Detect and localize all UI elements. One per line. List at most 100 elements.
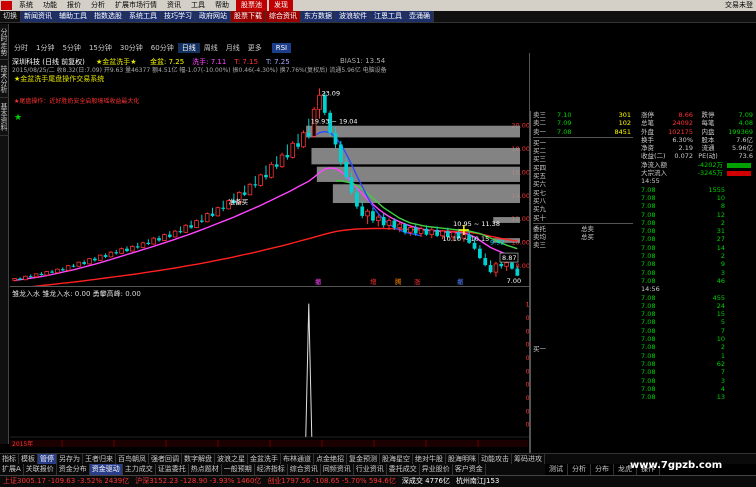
stat-value: 5.96亿 — [732, 144, 753, 153]
stat-label: 换手 — [641, 135, 654, 144]
period-item[interactable]: 5分钟 — [58, 43, 84, 53]
sub-indicator-chart[interactable]: 1.000.900.800.700.600.500.400.300.200.10… — [10, 287, 530, 453]
candle — [108, 251, 114, 258]
period-item[interactable]: 更多 — [244, 43, 266, 53]
menu-item[interactable]: 功能 — [38, 0, 62, 11]
function-tab[interactable]: 经济指标 — [255, 464, 288, 475]
menu-item[interactable]: 系统 — [14, 0, 38, 11]
quote-row: 7.08 10 — [641, 194, 755, 202]
stat-value: 4.08 — [738, 119, 753, 128]
period-item[interactable]: 30分钟 — [116, 43, 147, 53]
function-tab[interactable]: 客户资金 — [453, 464, 486, 475]
candle — [408, 227, 413, 233]
function-tab[interactable]: 证监委托 — [156, 464, 189, 475]
tick-price: 7.08 — [641, 202, 656, 211]
candle — [392, 220, 397, 228]
toolbar-item[interactable]: 辅助工具 — [56, 11, 91, 22]
toolbar-item[interactable]: 新闻资讯 — [21, 11, 56, 22]
indicator-tab[interactable]: 动能攻击 — [479, 454, 512, 464]
toolbar-item[interactable]: 指数选股 — [91, 11, 126, 22]
quote-panel: 卖三 7.10 301 卖二 7.09 102 卖一 7.08 8451 买一 买二 买三 买四 买五 买六… — [530, 111, 756, 463]
candle — [472, 242, 477, 249]
indicator-tab[interactable]: 王者归来 — [83, 454, 116, 464]
left-tab[interactable]: 技术分析 — [0, 60, 9, 98]
toolbar-item[interactable]: 壶涌确 — [406, 11, 434, 22]
function-tab[interactable]: 主力成交 — [123, 464, 156, 475]
period-item[interactable]: 60分钟 — [147, 43, 178, 53]
period-item[interactable]: 分时 — [10, 43, 32, 53]
status-bar: 上证3005.17 -109.63 -3.52% 2439亿 沪深3152.23… — [0, 475, 756, 487]
period-item[interactable]: 1分钟 — [32, 43, 58, 53]
period-item[interactable]: 15分钟 — [85, 43, 116, 53]
toolbar-item[interactable]: 东方数据 — [301, 11, 336, 22]
quote-row: 买三 — [533, 155, 633, 163]
menu-item[interactable]: 扩展市场行情 — [110, 0, 162, 11]
rsi-button[interactable]: RSI — [271, 43, 292, 53]
function-tab[interactable]: 行业资讯 — [354, 464, 387, 475]
function-tab[interactable]: 一般预期 — [222, 464, 255, 475]
menu-item[interactable]: 资讯 — [162, 0, 186, 11]
candle — [290, 142, 296, 158]
indicator-tab[interactable]: 数字解盘 — [182, 454, 215, 464]
right-bottom-tab[interactable]: 分布 — [591, 464, 614, 475]
function-tab[interactable]: 委托成交 — [387, 464, 420, 475]
menu-item[interactable]: 帮助 — [210, 0, 234, 11]
indicator-tab[interactable]: 波浪之星 — [215, 454, 248, 464]
function-tab[interactable]: 综合资讯 — [288, 464, 321, 475]
quote-row: 7.08 15 — [641, 310, 755, 318]
menu-item[interactable]: 报价 — [62, 0, 86, 11]
indicator-tab[interactable]: 点金绝招 — [314, 454, 347, 464]
quote-row: 7.08 8 — [641, 202, 755, 210]
menu-item-highlight[interactable]: 股票池 — [236, 0, 267, 11]
period-item[interactable]: 日线 — [177, 43, 200, 53]
function-tab[interactable]: 扩展A — [0, 464, 24, 475]
indicator-tab[interactable]: 金盆洗手 — [248, 454, 281, 464]
period-item[interactable]: 周线 — [200, 43, 222, 53]
indicator-tab[interactable]: 指标 — [0, 454, 19, 464]
kline-chart[interactable]: 20.0018.0016.0014.0012.0010.008.0023.091… — [10, 53, 530, 287]
toolbar-item[interactable]: 技巧学习 — [161, 11, 196, 22]
toolbar-item[interactable]: 波浪软件 — [336, 11, 371, 22]
buy-label: 买三 — [533, 155, 546, 164]
date-axis — [10, 440, 528, 447]
indicator-tab[interactable]: 股海星空 — [380, 454, 413, 464]
period-item[interactable]: 月线 — [222, 43, 244, 53]
left-tab[interactable]: 基本资料 — [0, 98, 9, 136]
toolbar-item[interactable]: 系统工具 — [126, 11, 161, 22]
right-bottom-tab[interactable]: 测试 — [545, 464, 568, 475]
function-tab[interactable]: 关联报价 — [24, 464, 57, 475]
function-tab[interactable]: 资金分布 — [57, 464, 90, 475]
function-tab[interactable]: 同频资讯 — [321, 464, 354, 475]
indicator-tab[interactable]: 另存为 — [57, 454, 83, 464]
indicator-tab[interactable]: 股海明咪 — [446, 454, 479, 464]
function-tab[interactable]: 热点题材 — [189, 464, 222, 475]
quote-row: 7.08 46 — [641, 277, 755, 285]
indicator-tab[interactable]: 布林通道 — [281, 454, 314, 464]
toolbar-item[interactable]: 综合资讯 — [266, 11, 301, 22]
quote-row: 大宗流入 -3245万 — [641, 169, 755, 177]
indicator-tab[interactable]: 模板 — [19, 454, 38, 464]
server-name[interactable]: 杭州南江J153 — [453, 476, 502, 487]
indicator-tab[interactable]: 绝对牛股 — [413, 454, 446, 464]
menu-item[interactable]: 分析 — [86, 0, 110, 11]
indicator-tab[interactable]: 管停 — [38, 454, 57, 464]
menu-item[interactable]: 工具 — [186, 0, 210, 11]
toolbar-item[interactable]: 股票下载 — [231, 11, 266, 22]
indicator-tab[interactable]: 复金预测 — [347, 454, 380, 464]
toolbar-item[interactable]: 政府网站 — [196, 11, 231, 22]
tick-price: 7.08 — [641, 343, 656, 352]
toolbar-item[interactable]: 切换 — [0, 11, 21, 22]
indicator-tab[interactable]: 百鸟朝凤 — [116, 454, 149, 464]
tick-price: 7.08 — [641, 235, 656, 244]
price-tag2: 9.92 — [490, 239, 504, 247]
left-tab[interactable]: 分时走势 — [0, 24, 9, 60]
function-tab[interactable]: 异业股价 — [420, 464, 453, 475]
sh-index: 上证3005.17 -109.63 -3.52% 2439亿 — [3, 477, 130, 485]
indicator-tab[interactable]: 筹码进攻 — [512, 454, 545, 464]
sell-label: 卖三 — [533, 241, 546, 250]
toolbar-item[interactable]: 江恩工具 — [371, 11, 406, 22]
right-bottom-tab[interactable]: 分析 — [568, 464, 591, 475]
indicator-tab[interactable]: 强者回调 — [149, 454, 182, 464]
menu-item-highlight[interactable]: 发现 — [269, 0, 293, 11]
function-tab[interactable]: 资金驱动 — [89, 464, 123, 475]
